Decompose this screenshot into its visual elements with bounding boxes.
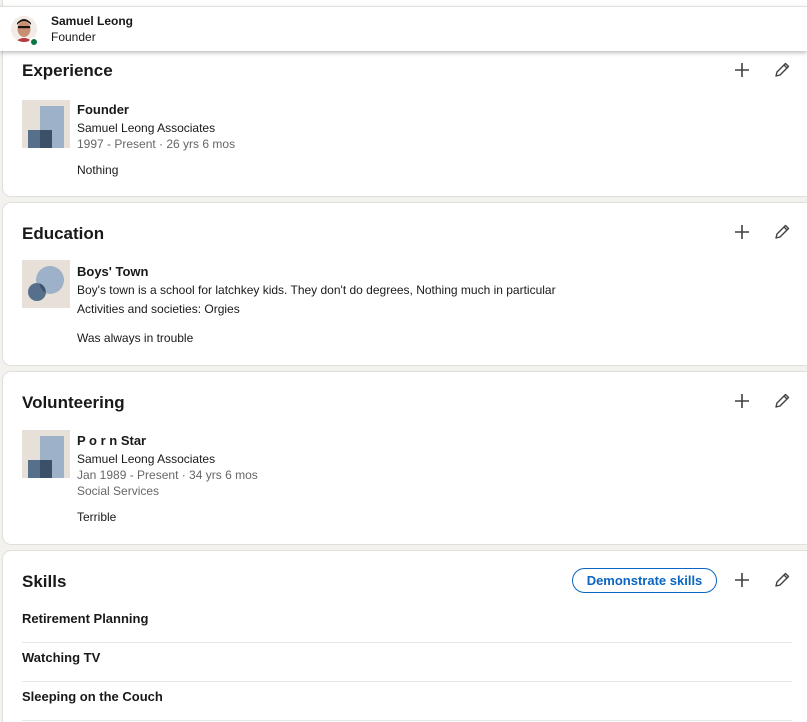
organization-logo[interactable] [22, 430, 70, 478]
volunteering-cause: Social Services [77, 484, 160, 498]
volunteering-role[interactable]: P o r n Star [77, 433, 146, 448]
plus-icon [735, 394, 749, 408]
company-logo-icon [22, 100, 70, 148]
edit-education-button[interactable] [769, 219, 795, 245]
pencil-icon [775, 224, 790, 239]
school-logo-icon [22, 260, 70, 308]
experience-description: Nothing [77, 163, 119, 177]
plus-icon [735, 63, 749, 77]
skill-item[interactable]: Retirement Planning [22, 604, 792, 643]
volunteering-section: Volunteering P o r n Star Samuel Leong A… [3, 372, 807, 544]
profile-headline: Founder [51, 30, 96, 44]
profile-name[interactable]: Samuel Leong [51, 14, 133, 28]
experience-heading: Experience [22, 61, 113, 80]
education-school[interactable]: Boys' Town [77, 264, 148, 279]
add-education-button[interactable] [729, 219, 755, 245]
education-heading: Education [22, 224, 105, 243]
company-logo[interactable] [22, 100, 70, 148]
education-summary: Boy's town is a school for latchkey kids… [77, 283, 556, 297]
edit-experience-button[interactable] [769, 57, 795, 83]
demonstrate-skills-button[interactable]: Demonstrate skills [572, 568, 717, 593]
experience-dates: 1997 - Present · 26 yrs 6 mos [77, 137, 236, 151]
edit-skills-button[interactable] [769, 567, 795, 593]
volunteering-organization: Samuel Leong Associates [77, 452, 216, 466]
add-skill-button[interactable] [729, 567, 755, 593]
volunteering-description: Terrible [77, 510, 117, 524]
edit-volunteering-button[interactable] [769, 388, 795, 414]
sticky-profile-header: Samuel Leong Founder [0, 6, 807, 51]
experience-company: Samuel Leong Associates [77, 121, 216, 135]
add-volunteering-button[interactable] [729, 388, 755, 414]
plus-icon [735, 225, 749, 239]
pencil-icon [775, 572, 790, 587]
volunteering-heading: Volunteering [22, 393, 125, 412]
pencil-icon [775, 62, 790, 77]
plus-icon [735, 573, 749, 587]
organization-logo-icon [22, 430, 70, 478]
experience-role[interactable]: Founder [77, 102, 129, 117]
education-description: Was always in trouble [77, 331, 194, 345]
skills-heading: Skills [22, 572, 67, 591]
skill-item[interactable]: Sleeping on the Couch [22, 682, 792, 721]
pencil-icon [775, 393, 790, 408]
education-activities: Activities and societies: Orgies [77, 302, 240, 316]
education-section: Education Boys' Town Boy's town is a sch… [3, 203, 807, 365]
volunteering-dates: Jan 1989 - Present · 34 yrs 6 mos [77, 468, 258, 482]
add-experience-button[interactable] [729, 57, 755, 83]
school-logo[interactable] [22, 260, 70, 308]
skill-item[interactable]: Watching TV [22, 643, 792, 682]
online-status-indicator [29, 37, 39, 47]
skills-section: Skills Demonstrate skills Retirement Pla… [3, 551, 807, 722]
